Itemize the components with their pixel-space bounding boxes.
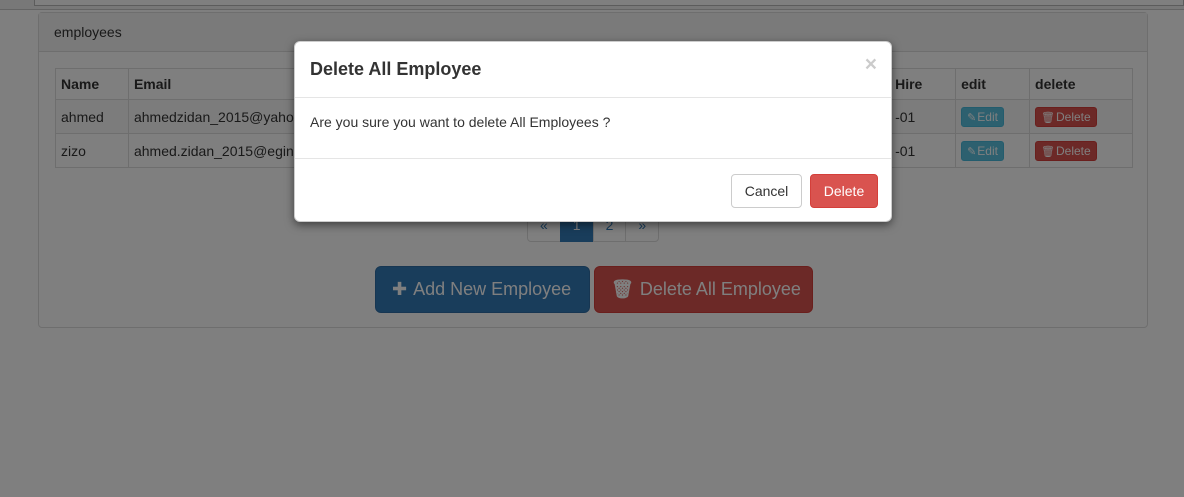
cancel-button[interactable]: Cancel — [731, 174, 802, 208]
modal-footer: Cancel Delete — [295, 159, 891, 221]
confirm-delete-button[interactable]: Delete — [810, 174, 878, 208]
modal-body: Are you sure you want to delete All Empl… — [295, 98, 891, 159]
close-icon[interactable]: × — [865, 54, 877, 75]
modal-title: Delete All Employee — [310, 59, 482, 79]
delete-all-modal: Delete All Employee × Are you sure you w… — [294, 41, 892, 222]
modal-header: Delete All Employee × — [295, 42, 891, 98]
